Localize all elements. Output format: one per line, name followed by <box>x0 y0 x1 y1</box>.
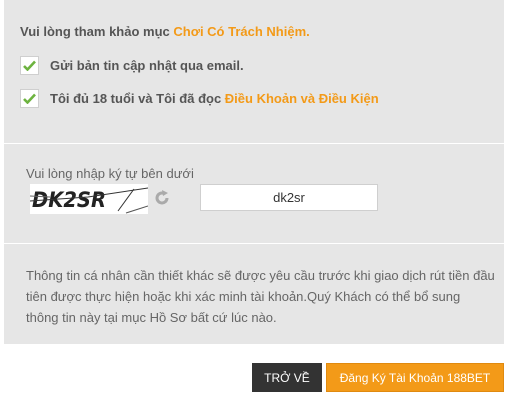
terms-link[interactable]: Điều Khoản và Điều Kiện <box>225 91 379 106</box>
responsible-gaming-link[interactable]: Chơi Có Trách Nhiệm. <box>173 24 309 39</box>
newsletter-option[interactable]: Gửi bản tin cập nhật qua email. <box>20 56 244 75</box>
consent-section: Vui lòng tham khảo mục Chơi Có Trách Nhi… <box>4 0 504 143</box>
personal-info-notice: Thông tin cá nhân cần thiết khác sẽ được… <box>26 268 495 325</box>
register-button[interactable]: Đăng Ký Tài Khoản 188BET <box>326 363 504 392</box>
age-terms-checkbox[interactable] <box>20 89 39 108</box>
checkmark-icon <box>23 60 36 71</box>
newsletter-checkbox[interactable] <box>20 56 39 75</box>
captcha-input[interactable] <box>200 184 378 211</box>
captcha-image: DK2SR <box>29 184 149 214</box>
captcha-label: Vui lòng nhập ký tự bên dưới <box>26 166 194 181</box>
responsible-gaming-notice: Vui lòng tham khảo mục Chơi Có Trách Nhi… <box>20 24 310 39</box>
newsletter-label: Gửi bản tin cập nhật qua email. <box>50 58 244 73</box>
captcha-section: Vui lòng nhập ký tự bên dưới DK2SR <box>4 144 504 243</box>
info-section: Thông tin cá nhân cần thiết khác sẽ được… <box>4 244 504 344</box>
age-terms-label: Tôi đủ 18 tuổi và Tôi đã đọc Điều Khoản … <box>50 91 379 106</box>
back-button[interactable]: TRỞ VỀ <box>252 363 322 392</box>
refresh-icon[interactable] <box>153 189 171 207</box>
checkmark-icon <box>23 93 36 104</box>
age-terms-option[interactable]: Tôi đủ 18 tuổi và Tôi đã đọc Điều Khoản … <box>20 89 379 108</box>
